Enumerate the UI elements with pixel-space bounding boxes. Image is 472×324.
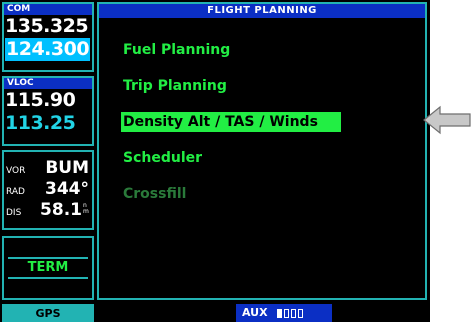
bottom-status-bar: GPS AUX [0, 304, 430, 322]
radial-value: 344° [45, 179, 89, 199]
vor-row: VOR BUM [4, 158, 92, 179]
distance-unit: n m [83, 202, 89, 215]
distance-value: 58.1n m [40, 200, 92, 220]
page-indicator-box [284, 308, 290, 318]
menu-item-scheduler[interactable]: Scheduler [121, 148, 341, 168]
distance-row: DIS 58.1n m [4, 200, 92, 221]
flight-planning-menu: Fuel Planning Trip Planning Density Alt … [121, 40, 341, 220]
flight-planning-page: FLIGHT PLANNING Fuel Planning Trip Plann… [97, 2, 427, 300]
vloc-frequency-box[interactable]: VLOC 115.90 113.25 [2, 76, 94, 146]
nav-info-box: VOR BUM RAD 344° DIS 58.1n m [2, 150, 94, 230]
vor-identifier: BUM [45, 158, 89, 178]
page-title: FLIGHT PLANNING [99, 4, 425, 18]
com-frequency-box[interactable]: COM 135.325 124.300 [2, 2, 94, 72]
menu-item-density-alt-tas-winds[interactable]: Density Alt / TAS / Winds [121, 112, 341, 132]
com-active-frequency: 135.325 [5, 15, 89, 37]
page-indicator-box [298, 308, 304, 318]
distance-number: 58.1 [40, 200, 82, 220]
menu-item-fuel-planning[interactable]: Fuel Planning [121, 40, 341, 60]
page-indicator-box [291, 308, 297, 318]
page-indicator-box [277, 308, 283, 318]
dis-label: DIS [6, 208, 22, 218]
gps-display-screen: COM 135.325 124.300 VLOC 115.90 113.25 V… [0, 0, 430, 322]
vloc-active-frequency: 115.90 [5, 89, 76, 111]
page-indicator [277, 308, 304, 318]
aux-label: AUX [242, 306, 268, 319]
vloc-header: VLOC [4, 78, 92, 89]
rad-label: RAD [6, 187, 25, 197]
pointer-arrow-icon [423, 105, 471, 135]
vor-label: VOR [6, 166, 26, 176]
gps-mode-label: GPS [2, 304, 94, 322]
vloc-standby-frequency[interactable]: 113.25 [4, 112, 92, 135]
menu-item-trip-planning[interactable]: Trip Planning [121, 76, 341, 96]
cdi-mode-annunciator: TERM [8, 257, 88, 279]
com-standby-frequency[interactable]: 124.300 [5, 38, 90, 61]
cdi-mode-box: TERM [2, 236, 94, 300]
com-header: COM [4, 4, 92, 15]
radial-row: RAD 344° [4, 179, 92, 200]
menu-item-crossfill: Crossfill [123, 186, 187, 202]
aux-page-group: AUX [236, 304, 332, 322]
